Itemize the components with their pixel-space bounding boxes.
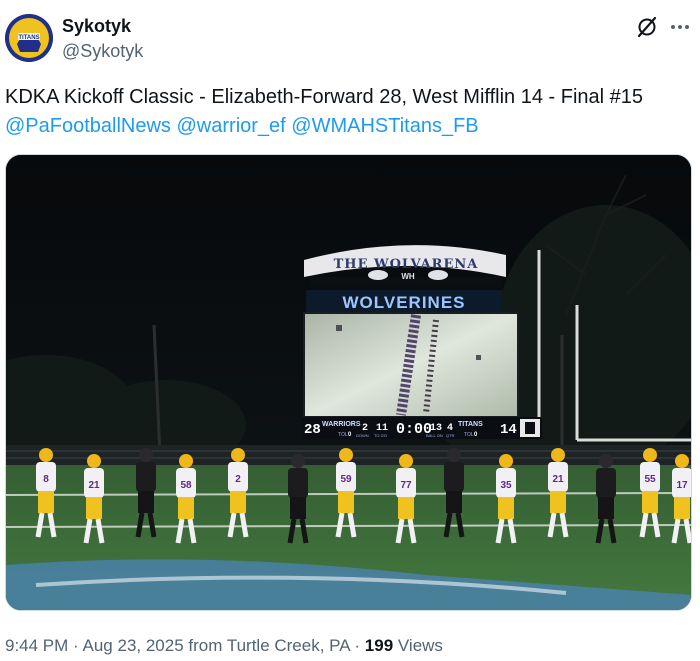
tweet-mentions: @PaFootballNews @warrior_ef @WMAHSTitans… (5, 112, 695, 141)
scoreboard-title: THE WOLVARENA (334, 257, 479, 272)
jersey-number: 77 (400, 480, 412, 491)
tweet-meta: 9:44 PM · Aug 23, 2025 from Turtle Creek… (5, 636, 443, 656)
jersey-number: 17 (676, 480, 688, 491)
tweet-date[interactable]: Aug 23, 2025 (83, 636, 184, 655)
tweet-text: KDKA Kickoff Classic - Elizabeth-Forward… (5, 83, 695, 141)
jersey-number: 35 (500, 480, 512, 491)
more-icon[interactable] (668, 16, 692, 38)
away-score: 14 (500, 422, 517, 438)
jersey-number: 8 (43, 474, 49, 485)
jersey-number: 21 (552, 474, 564, 485)
mention-link[interactable]: @WMAHSTitans_FB (291, 115, 478, 137)
home-team: WARRIORS (322, 421, 361, 428)
jersey-number: 55 (644, 474, 656, 485)
jersey-number: 21 (88, 480, 100, 491)
tweet-time[interactable]: 9:44 PM (5, 636, 68, 655)
grok-icon[interactable] (636, 16, 658, 38)
tweet-body: KDKA Kickoff Classic - Elizabeth-Forward… (5, 86, 644, 108)
away-team: TITANS (458, 421, 483, 428)
team-banner: WOLVERINES (342, 293, 465, 312)
down-label: DOWN (356, 433, 369, 438)
jersey-number: 2 (235, 474, 241, 485)
to-go-label: TO GO (374, 433, 387, 438)
avatar-text: TITANS (18, 35, 39, 41)
tweet-photo[interactable]: THE WOLVARENA WH WOLVERINES 28 WARRIORS … (5, 154, 692, 611)
jersey-number: 58 (180, 480, 192, 491)
avatar[interactable]: TITANS (5, 14, 53, 62)
display-name[interactable]: Sykotyk (62, 16, 131, 37)
jersey-number: 59 (340, 474, 352, 485)
away-tol-label: TOL (464, 432, 474, 438)
tweet-location: from Turtle Creek, PA (188, 636, 350, 655)
views-count: 199 (364, 636, 394, 655)
mention-link[interactable]: @PaFootballNews (5, 115, 171, 137)
meta-separator: · (354, 636, 361, 655)
tweet-header: TITANS Sykotyk @Sykotyk (0, 0, 700, 70)
handle[interactable]: @Sykotyk (62, 41, 143, 62)
qtr-label: QTR (446, 433, 455, 438)
mention-link[interactable]: @warrior_ef (177, 115, 286, 137)
meta-separator: · (73, 636, 79, 655)
home-tol-label: TOL (338, 432, 348, 438)
home-score: 28 (304, 422, 321, 438)
views-label: Views (397, 636, 443, 655)
scoreboard-logo: WH (401, 272, 415, 281)
ball-on-label: BALL ON (426, 433, 443, 438)
